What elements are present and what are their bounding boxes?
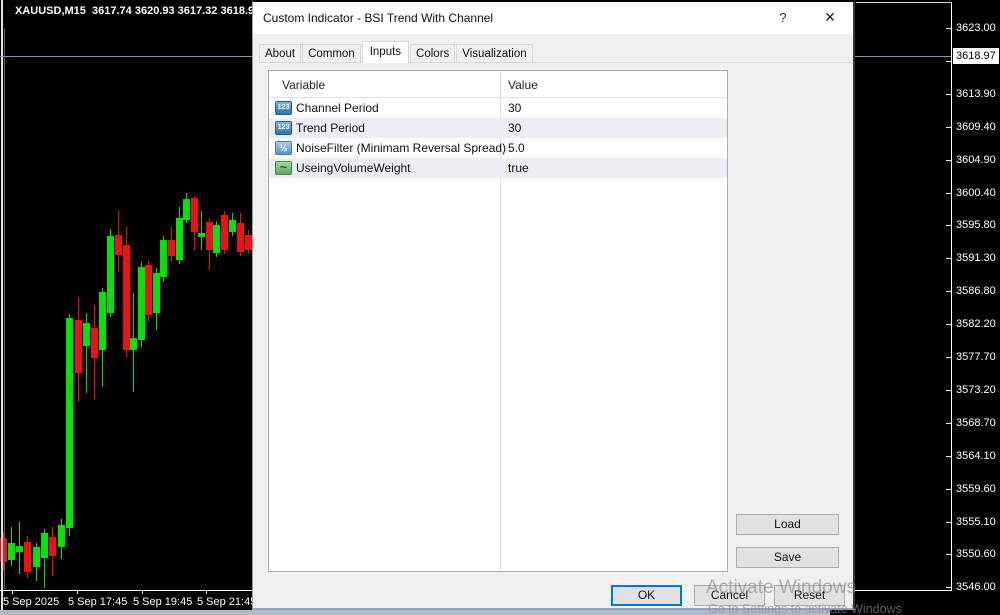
time-tick-label: 5 Sep 2025 <box>3 596 59 608</box>
table-header-row: Variable Value <box>269 71 727 98</box>
tab-about[interactable]: About <box>259 44 301 63</box>
tab-visualization[interactable]: Visualization <box>456 44 532 63</box>
column-header-value: Value <box>508 78 538 92</box>
tab-colors[interactable]: Colors <box>410 44 455 63</box>
time-tick-label: 5 Sep 21:45 <box>197 596 256 608</box>
parameters-table: Variable Value 123 Channel Period 30 123… <box>268 70 728 572</box>
param-label: UseingVolumeWeight <box>296 161 411 175</box>
dialog-title: Custom Indicator - BSI Trend With Channe… <box>263 11 493 25</box>
param-label: NoiseFilter (Minimam Reversal Spread) <box>296 141 506 155</box>
time-tick <box>206 591 207 594</box>
cancel-button[interactable]: Cancel <box>694 585 765 606</box>
current-price-badge: 3618.97 <box>953 48 999 64</box>
ok-button[interactable]: OK <box>611 585 682 606</box>
time-tick <box>77 591 78 594</box>
param-row-noisefilter[interactable]: ½ NoiseFilter (Minimam Reversal Spread) … <box>269 138 727 158</box>
tab-common[interactable]: Common <box>302 44 361 63</box>
integer-type-icon: 123 <box>275 121 292 135</box>
param-label: Channel Period <box>296 101 379 115</box>
column-header-variable: Variable <box>282 78 325 92</box>
time-tick <box>142 591 143 594</box>
param-value[interactable]: 30 <box>508 101 521 115</box>
tab-page-border <box>259 62 851 63</box>
window-bottom-edge <box>0 610 830 615</box>
param-label: Trend Period <box>296 121 365 135</box>
param-value[interactable]: 5.0 <box>508 141 525 155</box>
integer-type-icon: 123 <box>275 101 292 115</box>
reset-button[interactable]: Reset <box>774 585 845 606</box>
bool-type-icon: ~ <box>275 161 292 175</box>
close-icon[interactable]: ✕ <box>821 9 839 26</box>
load-button[interactable]: Load <box>736 514 839 535</box>
double-type-icon: ½ <box>275 141 292 155</box>
mt4-window: XAUUSD,M15 3617.74 3620.93 3617.32 3618.… <box>0 0 1000 615</box>
tab-inputs[interactable]: Inputs <box>362 41 409 63</box>
param-row-trend-period[interactable]: 123 Trend Period 30 <box>269 118 727 138</box>
time-tick-label: 5 Sep 17:45 <box>68 596 127 608</box>
dialog-titlebar[interactable]: Custom Indicator - BSI Trend With Channe… <box>253 2 853 34</box>
save-button[interactable]: Save <box>736 547 839 568</box>
time-tick-label: 5 Sep 19:45 <box>133 596 192 608</box>
param-value[interactable]: true <box>508 161 529 175</box>
dialog-tabs: About Common Inputs Colors Visualization <box>259 41 534 63</box>
indicator-properties-dialog: Custom Indicator - BSI Trend With Channe… <box>252 0 855 610</box>
time-tick <box>12 591 13 594</box>
help-icon[interactable]: ? <box>774 10 792 25</box>
param-row-channel-period[interactable]: 123 Channel Period 30 <box>269 98 727 118</box>
param-row-usingvolumeweight[interactable]: ~ UseingVolumeWeight true <box>269 158 727 178</box>
param-value[interactable]: 30 <box>508 121 521 135</box>
